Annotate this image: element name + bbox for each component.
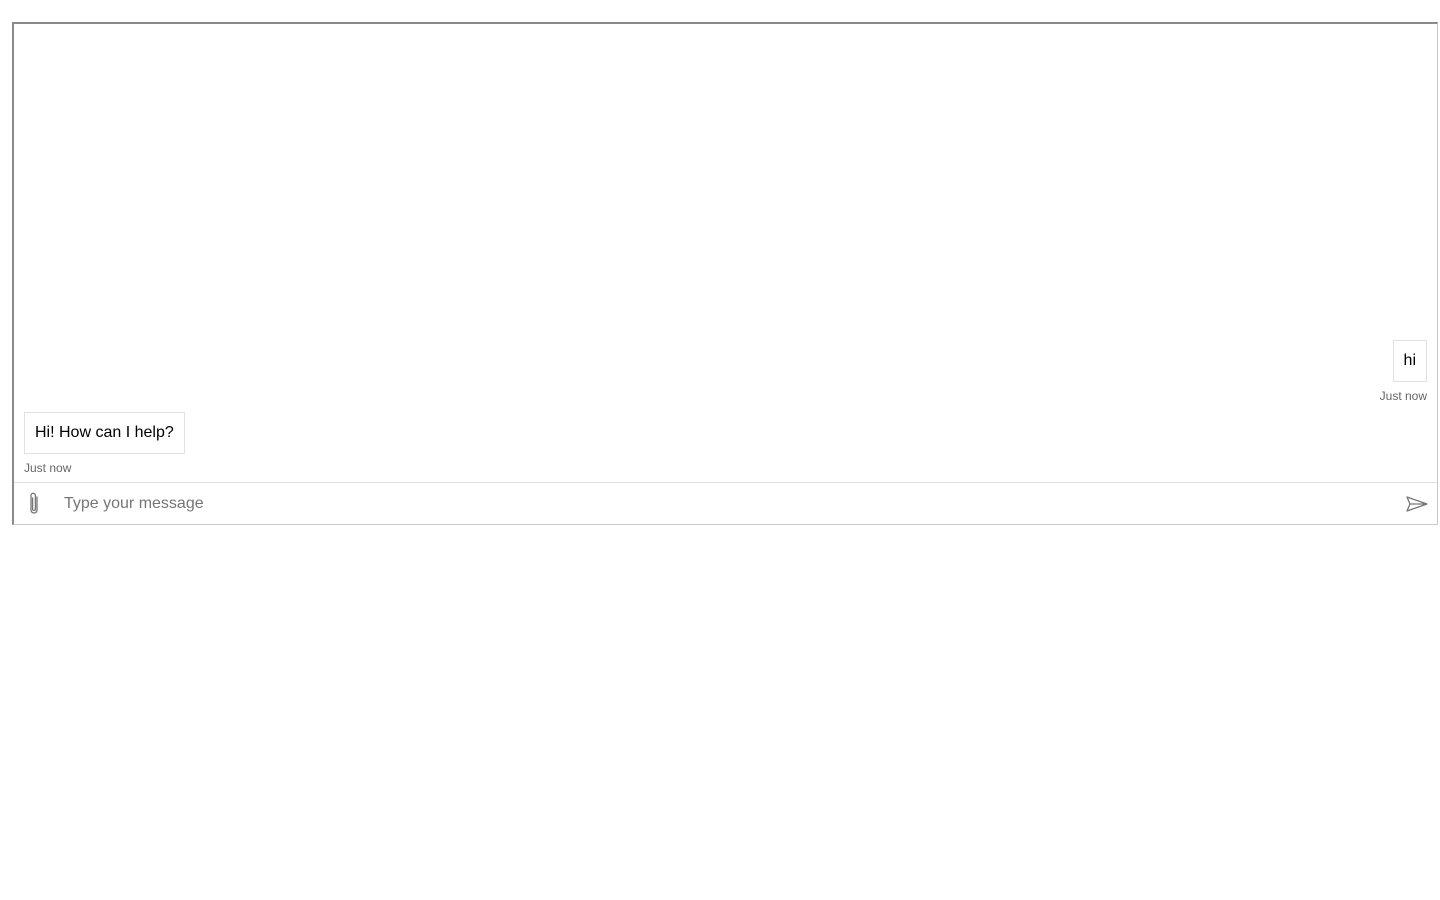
user-message-timestamp: Just now xyxy=(1379,389,1427,403)
message-composer xyxy=(14,482,1437,524)
paperclip-icon xyxy=(30,492,38,514)
send-button[interactable] xyxy=(1397,484,1437,524)
chat-window: hi Just now Hi! How can I help? Just now xyxy=(12,22,1438,525)
user-message-bubble: hi xyxy=(1392,340,1427,382)
attach-button[interactable] xyxy=(14,484,54,524)
bot-message-text: Hi! How can I help? xyxy=(35,424,174,441)
bot-message-timestamp: Just now xyxy=(24,461,72,475)
send-icon xyxy=(1406,495,1428,512)
user-message-text: hi xyxy=(1403,352,1416,369)
chat-transcript[interactable]: hi Just now Hi! How can I help? Just now xyxy=(14,24,1437,484)
message-input[interactable] xyxy=(54,483,1397,524)
bot-message-bubble: Hi! How can I help? xyxy=(24,412,185,454)
